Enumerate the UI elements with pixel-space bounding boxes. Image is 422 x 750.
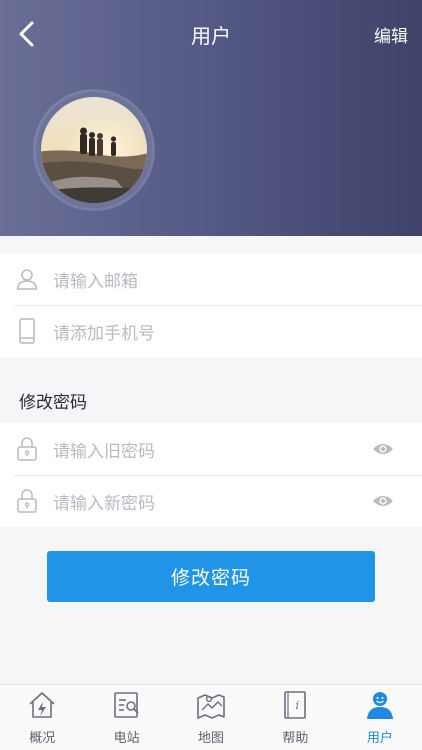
tab-label: 用户 xyxy=(366,731,393,746)
old-password-row[interactable]: 请输入旧密码 xyxy=(0,423,422,475)
tab-map[interactable]: 地图 xyxy=(169,685,253,750)
change-password-button[interactable]: 修改密码 xyxy=(47,551,375,602)
tab-user[interactable]: 用户 xyxy=(338,685,422,750)
house-bolt-icon xyxy=(29,692,55,718)
tab-stations[interactable]: 电站 xyxy=(84,685,168,750)
svg-text:i: i xyxy=(296,699,300,712)
password-group: 请输入旧密码 请输入新密码 xyxy=(0,423,422,527)
page-title: 用户 xyxy=(191,24,231,48)
old-password-input[interactable]: 请输入旧密码 xyxy=(53,437,372,462)
avatar[interactable] xyxy=(36,92,152,208)
edit-button[interactable]: 编辑 xyxy=(374,22,408,47)
eye-icon[interactable] xyxy=(372,494,394,508)
tab-overview[interactable]: 概况 xyxy=(0,685,84,750)
eye-icon[interactable] xyxy=(372,442,394,456)
lock-icon xyxy=(15,437,39,461)
user-outline-icon xyxy=(15,267,39,291)
email-row[interactable]: 请输入邮箱 xyxy=(0,253,422,305)
new-password-input[interactable]: 请输入新密码 xyxy=(53,489,372,514)
tab-label: 电站 xyxy=(113,731,140,746)
phone-icon xyxy=(15,318,39,344)
profile-header: 用户 编辑 xyxy=(0,0,422,236)
new-password-row[interactable]: 请输入新密码 xyxy=(0,475,422,527)
tab-label: 帮助 xyxy=(282,731,309,746)
map-icon xyxy=(197,694,225,719)
email-input[interactable]: 请输入邮箱 xyxy=(53,267,422,292)
help-book-icon: i xyxy=(284,691,307,719)
station-search-icon xyxy=(113,692,139,718)
tab-bar: 概况 电站 地图 i 帮助 用户 xyxy=(0,684,422,750)
tab-help[interactable]: i 帮助 xyxy=(253,685,337,750)
phone-input[interactable]: 请添加手机号 xyxy=(53,319,422,344)
contact-group: 请输入邮箱 请添加手机号 xyxy=(0,253,422,357)
password-section-title: 修改密码 xyxy=(19,393,87,413)
tab-label: 地图 xyxy=(198,731,225,746)
phone-row[interactable]: 请添加手机号 xyxy=(0,305,422,357)
tab-label: 概况 xyxy=(29,731,56,746)
lock-icon xyxy=(15,489,39,513)
user-icon xyxy=(366,692,393,719)
